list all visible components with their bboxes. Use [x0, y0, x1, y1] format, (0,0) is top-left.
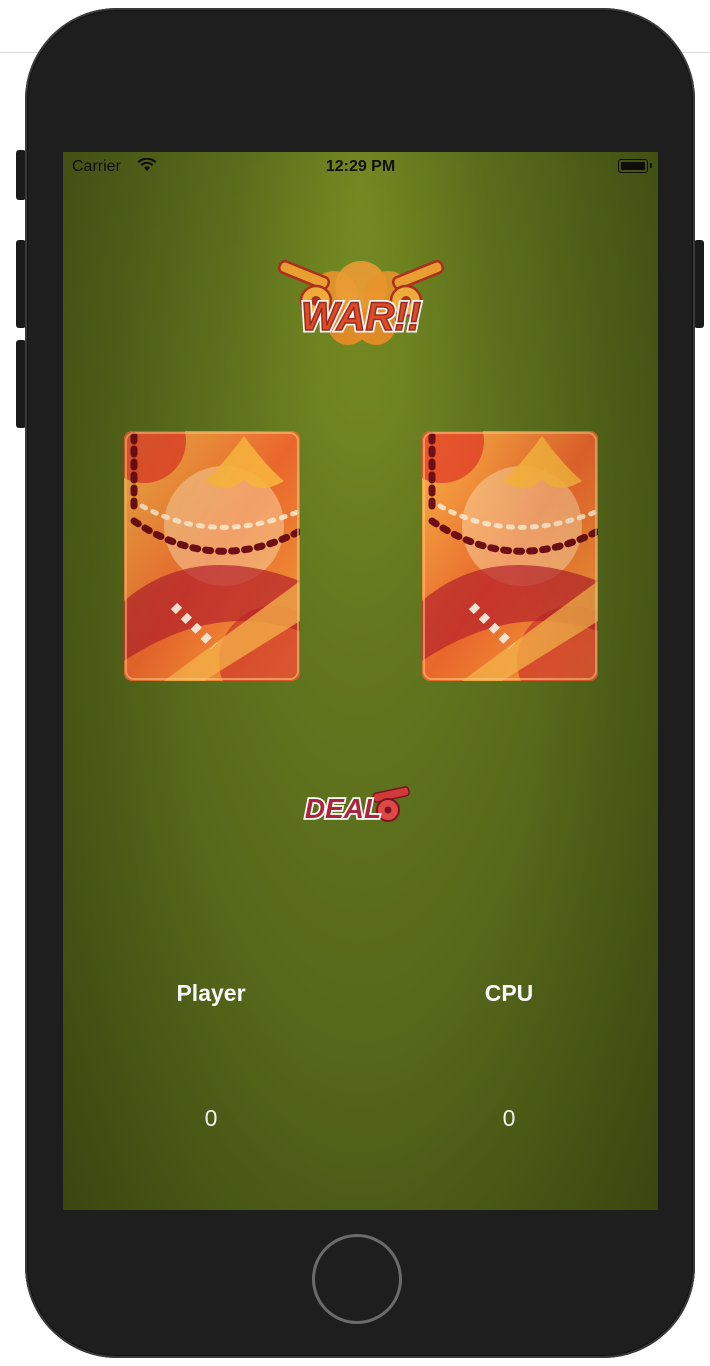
game-screen: Carrier 12:29 PM WAR!! WAR!! DEAL Player… — [63, 152, 658, 1210]
home-button[interactable] — [312, 1234, 402, 1324]
cpu-card — [422, 431, 598, 681]
power-button — [694, 240, 704, 328]
war-logo: WAR!! WAR!! — [277, 259, 445, 345]
status-bar: Carrier 12:29 PM — [63, 152, 658, 182]
player-score: 0 — [204, 1105, 218, 1131]
status-time: 12:29 PM — [325, 158, 396, 175]
battery-icon — [618, 159, 652, 173]
player-label: Player — [176, 980, 246, 1006]
cpu-score: 0 — [502, 1105, 516, 1131]
logo-text: WAR!! — [301, 295, 421, 339]
cpu-label: CPU — [484, 980, 534, 1006]
deal-label: DEAL — [305, 793, 381, 824]
deal-button[interactable]: DEAL — [301, 780, 421, 830]
player-card — [124, 431, 300, 681]
